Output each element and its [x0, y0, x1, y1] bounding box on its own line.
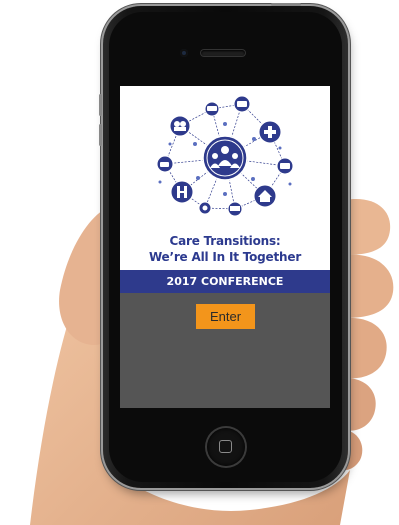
front-camera — [180, 49, 188, 57]
earpiece-speaker — [201, 50, 245, 56]
enter-button[interactable]: Enter — [196, 304, 255, 329]
home-button[interactable] — [207, 428, 245, 466]
care-network-illustration — [156, 95, 294, 217]
title-line-2: We’re All In It Together — [148, 250, 302, 264]
volume-button — [99, 94, 102, 116]
power-button — [271, 3, 301, 6]
splash-panel: Care Transitions: We’re All In It Togeth… — [120, 86, 330, 281]
title-line-1: Care Transitions: — [169, 234, 281, 248]
home-square-icon — [219, 440, 232, 453]
conference-banner: 2017 CONFERENCE — [120, 270, 330, 293]
phone-screen: Care Transitions: We’re All In It Togeth… — [120, 86, 330, 408]
volume-button — [99, 124, 102, 146]
